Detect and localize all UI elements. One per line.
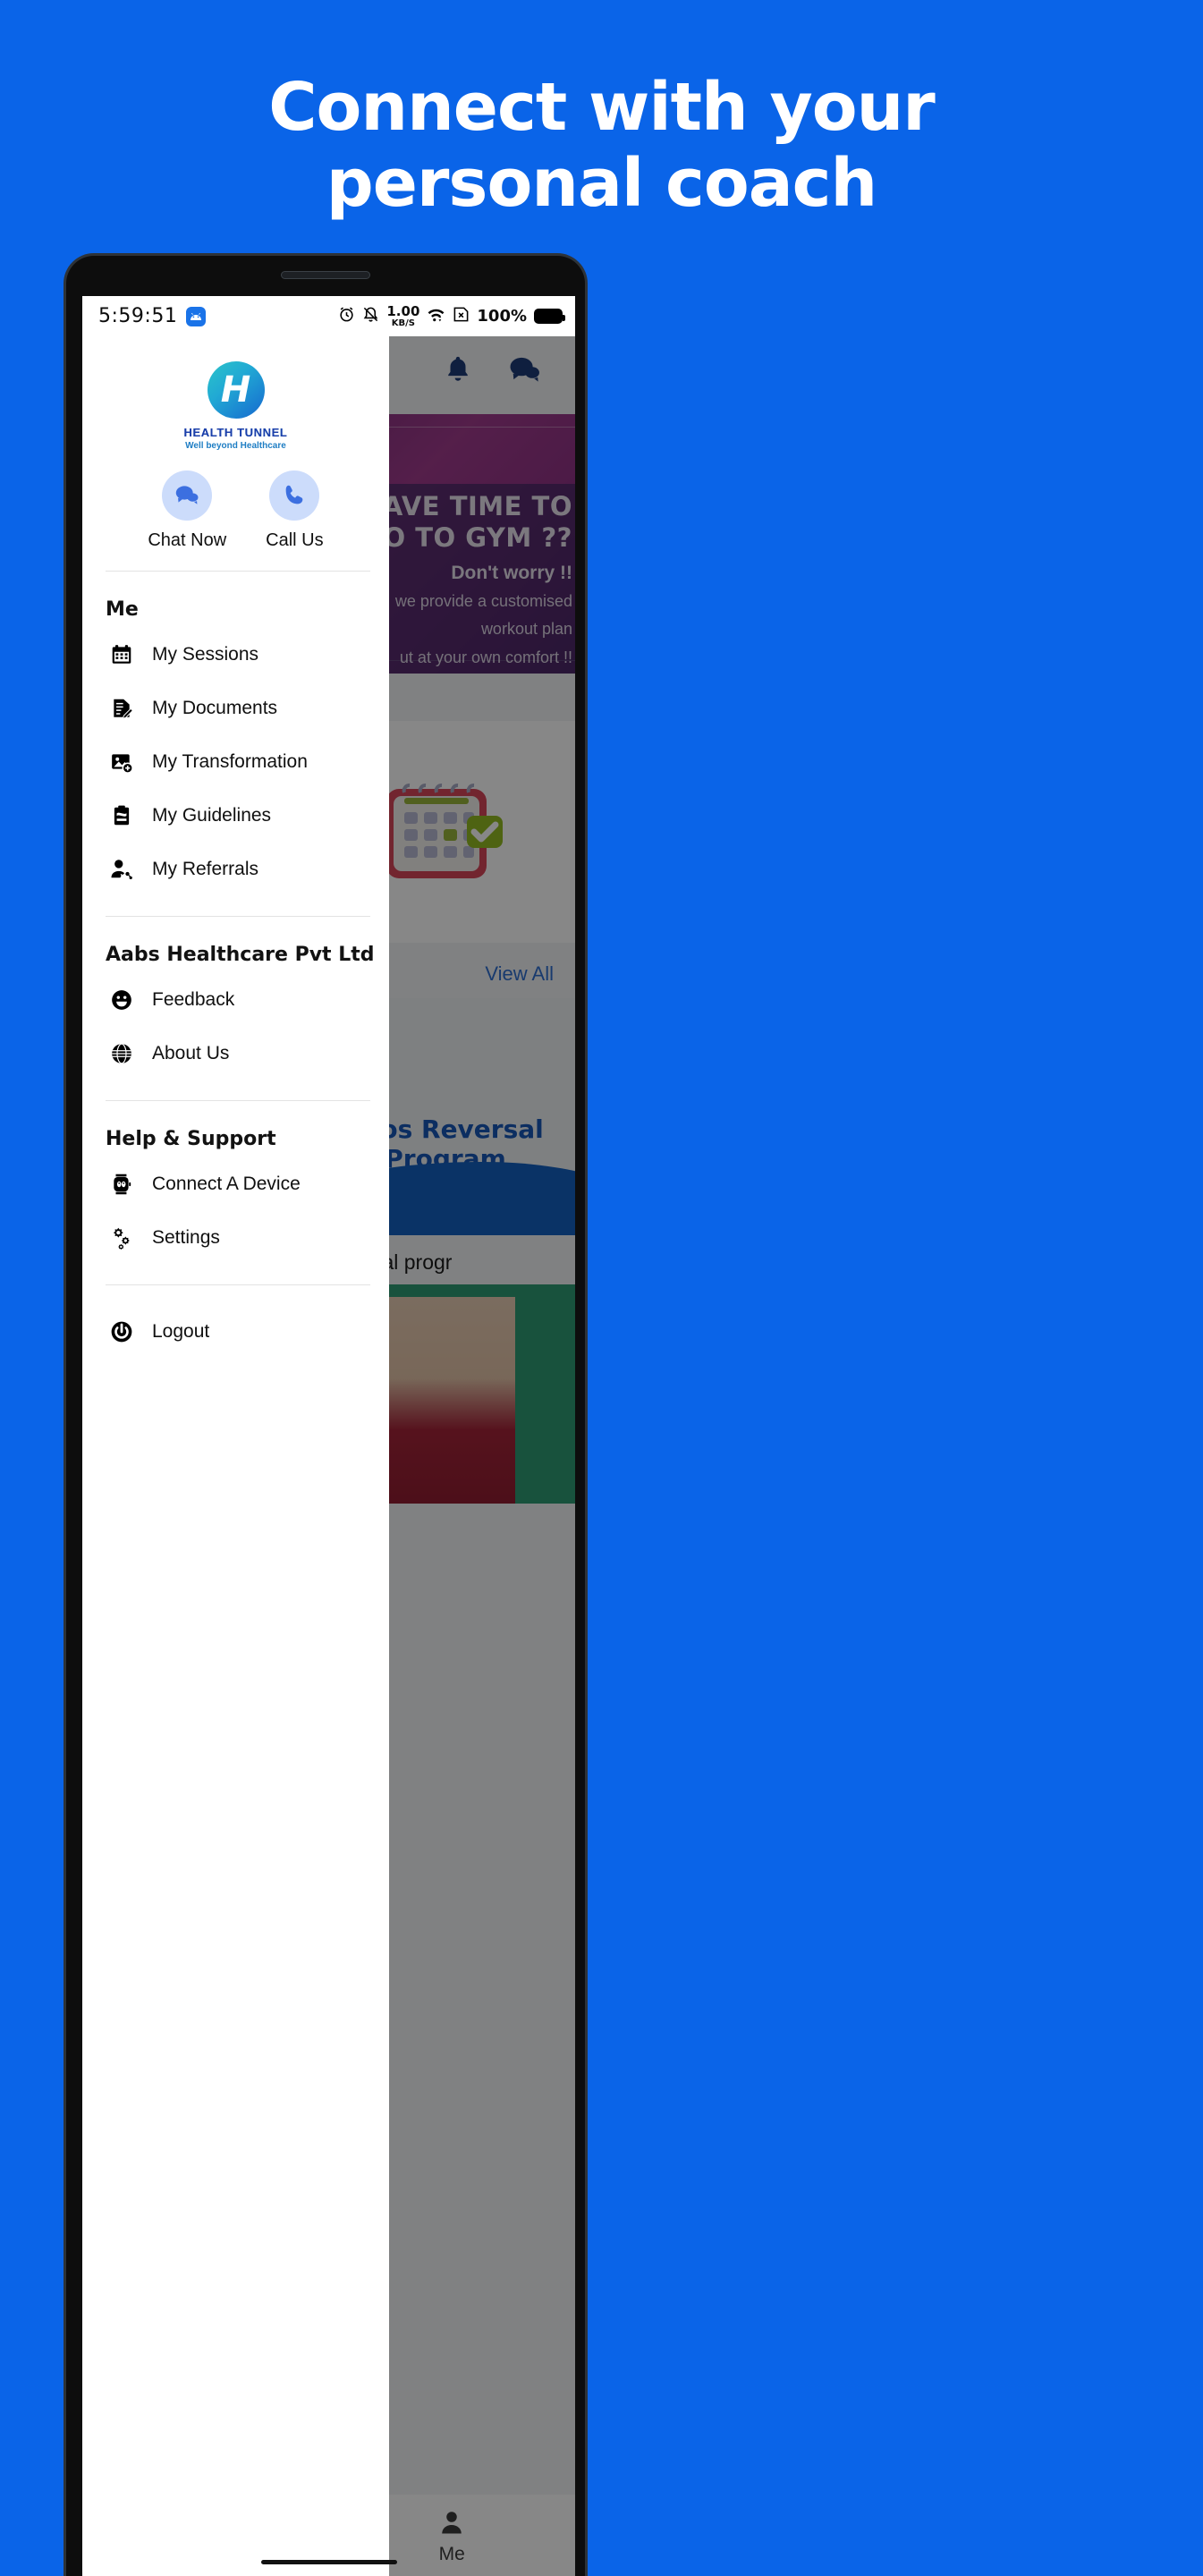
- status-bar-icons: 1.00 KB/S 100%: [338, 302, 565, 328]
- menu-item-my-documents[interactable]: My Documents: [82, 682, 389, 735]
- divider-4: [106, 1284, 370, 1285]
- logo-tagline: Well beyond Healthcare: [185, 441, 286, 451]
- menu-item-my-guidelines[interactable]: My Guidelines: [82, 789, 389, 843]
- menu-item-about-us[interactable]: About Us: [82, 1027, 389, 1080]
- quick-action-call-us-label: Call Us: [266, 530, 324, 550]
- menu-item-my-transformation-label: My Transformation: [152, 751, 308, 772]
- logo-name: HEALTH TUNNEL: [183, 426, 288, 439]
- logo-monogram: H: [220, 369, 251, 411]
- menu-item-settings[interactable]: Settings: [82, 1211, 389, 1265]
- status-bar-clock: 5:59:51: [98, 305, 178, 327]
- menu-group-help-support: Connect A Device Settings: [82, 1157, 389, 1265]
- logo-mark: H: [207, 361, 265, 419]
- menu-item-about-us-label: About Us: [152, 1043, 230, 1063]
- menu-group-me: My Sessions My Documents My Transformati…: [82, 628, 389, 896]
- smartwatch-icon: [109, 1172, 134, 1197]
- sim-card-off-icon: [453, 306, 470, 327]
- person-share-icon: [109, 857, 134, 882]
- status-bar: 5:59:51 1.00 KB/S 100%: [82, 296, 575, 336]
- clipboard-icon: [109, 803, 134, 828]
- calendar-icon: [109, 642, 134, 667]
- menu-item-logout[interactable]: Logout: [82, 1305, 389, 1359]
- battery-full-icon: [534, 309, 565, 324]
- network-speed-value: 1.00: [386, 302, 420, 319]
- image-add-icon: [109, 750, 134, 775]
- menu-group-logout: Logout: [82, 1305, 389, 1359]
- quick-action-chat-now[interactable]: Chat Now: [148, 470, 226, 551]
- network-speed-indicator: 1.00 KB/S: [386, 302, 420, 328]
- divider-3: [106, 1100, 370, 1101]
- menu-item-logout-label: Logout: [152, 1321, 210, 1342]
- menu-group-company: Feedback About Us: [82, 973, 389, 1080]
- alarm-clock-icon: [338, 306, 355, 327]
- quick-action-call-us[interactable]: Call Us: [266, 470, 324, 551]
- menu-item-my-referrals[interactable]: My Referrals: [82, 843, 389, 896]
- earpiece-speaker: [281, 271, 370, 279]
- menu-item-feedback[interactable]: Feedback: [82, 973, 389, 1027]
- quick-actions-row: Chat Now Call Us: [82, 470, 389, 551]
- document-edit-icon: [109, 696, 134, 721]
- gesture-navigation-bar[interactable]: [260, 2560, 397, 2564]
- smiley-icon: [109, 987, 134, 1013]
- menu-item-connect-a-device-label: Connect A Device: [152, 1174, 301, 1194]
- menu-item-feedback-label: Feedback: [152, 989, 235, 1010]
- section-title-me: Me: [106, 598, 139, 621]
- app-logo: H HEALTH TUNNEL Well beyond Healthcare: [82, 336, 389, 451]
- globe-icon: [109, 1041, 134, 1066]
- wifi-icon: [427, 306, 445, 327]
- phone-screen: AVE TIME TO O TO GYM ?? Don't worry !! w…: [82, 296, 575, 2576]
- android-icon: [186, 306, 207, 326]
- menu-item-my-referrals-label: My Referrals: [152, 859, 259, 879]
- divider: [106, 571, 370, 572]
- power-icon: [109, 1319, 134, 1344]
- quick-action-chat-now-label: Chat Now: [148, 530, 227, 550]
- menu-item-my-sessions[interactable]: My Sessions: [82, 628, 389, 682]
- battery-percent-label: 100%: [477, 307, 527, 326]
- network-speed-unit: KB/S: [391, 318, 415, 328]
- menu-item-my-documents-label: My Documents: [152, 698, 278, 718]
- promo-heading-line-1: Connect with your: [268, 69, 936, 146]
- menu-item-connect-a-device[interactable]: Connect A Device: [82, 1157, 389, 1211]
- bell-off-icon: [362, 306, 379, 327]
- gears-icon: [109, 1225, 134, 1250]
- menu-item-settings-label: Settings: [152, 1227, 220, 1248]
- phone-device-frame: AVE TIME TO O TO GYM ?? Don't worry !! w…: [64, 253, 588, 2576]
- menu-item-my-guidelines-label: My Guidelines: [152, 805, 272, 826]
- navigation-drawer: H HEALTH TUNNEL Well beyond Healthcare C…: [82, 336, 389, 2576]
- section-title-company: Aabs Healthcare Pvt Ltd: [106, 944, 375, 966]
- promo-heading-line-2: personal coach: [326, 145, 877, 223]
- promo-heading: Connect with your personal coach: [0, 69, 1203, 223]
- chat-bubbles-icon: [162, 470, 213, 521]
- section-title-help-support: Help & Support: [106, 1128, 276, 1150]
- menu-item-my-transformation[interactable]: My Transformation: [82, 735, 389, 789]
- divider-2: [106, 916, 370, 917]
- menu-item-my-sessions-label: My Sessions: [152, 644, 259, 665]
- phone-icon: [269, 470, 320, 521]
